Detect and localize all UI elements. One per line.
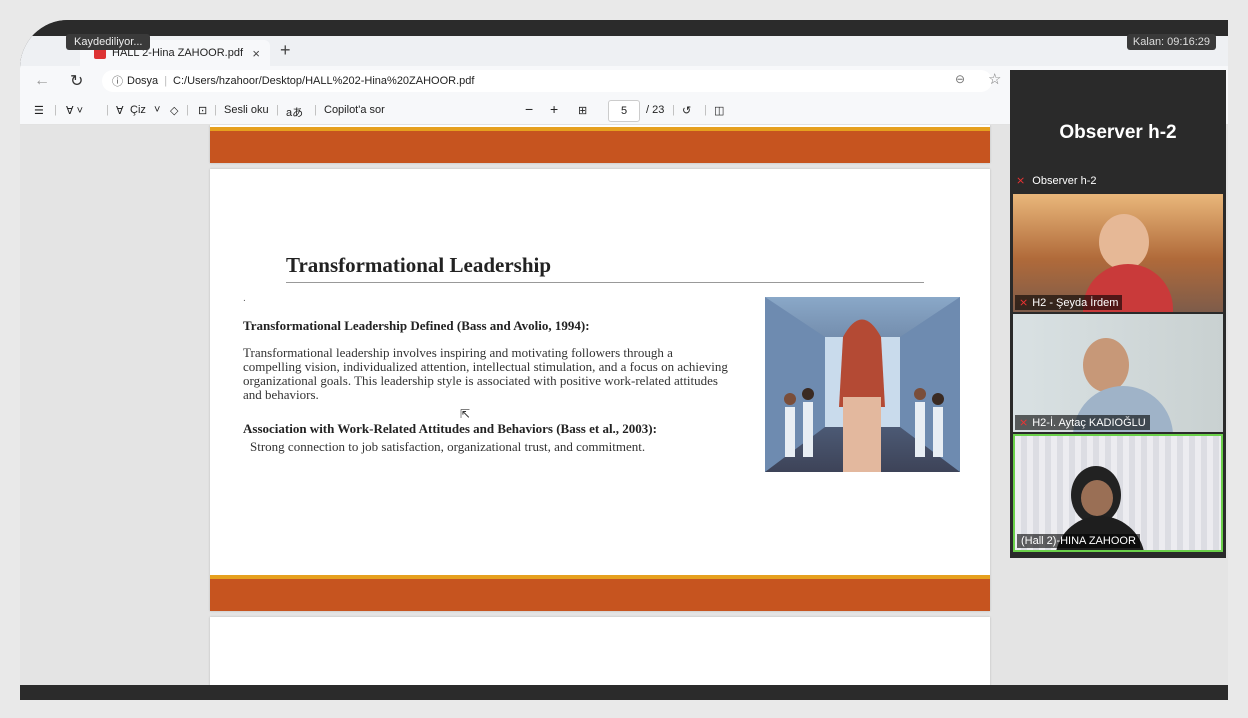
observer-label: ⨯ Observer h-2 bbox=[1016, 174, 1096, 187]
toolbar-separator: | bbox=[214, 104, 217, 116]
mic-muted-icon: ⨯ bbox=[1019, 417, 1029, 429]
draw-button[interactable]: Çiz bbox=[130, 104, 146, 116]
translate-icon[interactable]: aあ bbox=[286, 104, 303, 120]
url-field[interactable]: ⓘ Dosya | C:/Users/hzahoor/Desktop/HALL%… bbox=[102, 70, 992, 92]
pdf-page-next bbox=[210, 617, 990, 685]
toolbar-separator: | bbox=[186, 104, 189, 116]
copilot-button[interactable]: Copilot'a sor bbox=[324, 104, 385, 116]
slide-paragraph-association: Strong connection to job satisfaction, o… bbox=[250, 439, 646, 454]
participant-tile-active[interactable]: (Hall 2)-HINA ZAHOOR bbox=[1013, 434, 1223, 552]
remaining-time: Kalan: 09:16:29 bbox=[1126, 34, 1216, 50]
pdf-page-previous bbox=[210, 125, 990, 163]
mouse-cursor-icon: ⇱ bbox=[460, 407, 471, 421]
reload-icon[interactable]: ↻ bbox=[70, 71, 83, 91]
contents-icon[interactable]: ☰ bbox=[34, 104, 44, 117]
slide-footer-bar bbox=[210, 575, 990, 611]
recording-badge: Kaydediliyor... bbox=[66, 34, 151, 50]
info-icon: ⓘ bbox=[112, 76, 123, 88]
participant-video bbox=[1081, 480, 1113, 516]
mic-muted-icon: ⨯ bbox=[1019, 297, 1029, 309]
panel-title: Observer h-2 bbox=[1059, 122, 1177, 143]
read-aloud-button[interactable]: Sesli oku bbox=[224, 104, 269, 116]
bottom-strip bbox=[20, 685, 1228, 700]
mic-muted-icon: ⨯ bbox=[1016, 175, 1026, 187]
fit-width-icon[interactable]: ⊞ bbox=[578, 104, 587, 117]
back-icon[interactable]: ← bbox=[34, 72, 50, 90]
screen-frame: HALL 2-Hina ZAHOOR.pdf × + Kaydediliyor.… bbox=[20, 20, 1228, 700]
slide-paragraph-definition: Transformational leadership involves ins… bbox=[243, 345, 728, 402]
page-view-icon[interactable]: ◫ bbox=[714, 104, 724, 117]
slide-footer-bar bbox=[210, 127, 990, 163]
toolbar-separator: | bbox=[54, 104, 57, 116]
participant-video bbox=[1083, 338, 1129, 392]
participant-tile[interactable]: ⨯ H2-İ. Aytaç KADIOĞLU bbox=[1013, 314, 1223, 432]
participant-name: (Hall 2)-HINA ZAHOOR bbox=[1017, 534, 1140, 548]
participant-name: ⨯ H2 - Şeyda İrdem bbox=[1015, 295, 1123, 310]
slide-illustration bbox=[765, 297, 960, 472]
page-number-input[interactable]: 5 bbox=[608, 100, 640, 122]
favorite-icon[interactable]: ☆ bbox=[988, 70, 1001, 88]
zoom-icon[interactable]: ⊖ bbox=[955, 72, 965, 86]
url-separator: | bbox=[164, 75, 168, 87]
pdf-page-current: Transformational Leadership . Transforma… bbox=[210, 169, 990, 611]
participant-name: ⨯ H2-İ. Aytaç KADIOĞLU bbox=[1015, 415, 1150, 430]
participant-video bbox=[1099, 214, 1149, 270]
zoom-in-icon[interactable]: + bbox=[550, 101, 558, 117]
video-call-panel: Observer h-2 ⨯ Observer h-2 ⨯ H2 - Şeyda … bbox=[1010, 70, 1226, 558]
url-scheme-label: Dosya bbox=[127, 75, 159, 87]
url-text: C:/Users/hzahoor/Desktop/HALL%202-Hina%2… bbox=[173, 75, 475, 87]
tab-close-button[interactable]: × bbox=[252, 46, 260, 61]
slide-heading-association: Association with Work-Related Attitudes … bbox=[243, 421, 657, 436]
zoom-out-icon[interactable]: − bbox=[525, 101, 533, 117]
chevron-down-icon[interactable]: ˅ bbox=[154, 104, 160, 116]
new-tab-button[interactable]: + bbox=[280, 40, 291, 61]
slide-heading-definition: Transformational Leadership Defined (Bas… bbox=[243, 318, 590, 333]
observer-name: Observer h-2 bbox=[1032, 175, 1097, 187]
toolbar-separator: | bbox=[276, 104, 279, 116]
draw-icon[interactable]: ∀ bbox=[116, 104, 124, 117]
text-box-icon[interactable]: ⊡ bbox=[198, 104, 207, 117]
toolbar-separator: | bbox=[704, 104, 707, 116]
toolbar-separator: | bbox=[314, 104, 317, 116]
slide-dot: . bbox=[243, 293, 246, 304]
tab-bar: HALL 2-Hina ZAHOOR.pdf × + bbox=[20, 36, 1228, 66]
participant-tile[interactable]: ⨯ H2 - Şeyda İrdem bbox=[1013, 194, 1223, 312]
toolbar-separator: | bbox=[672, 104, 675, 116]
top-strip bbox=[20, 20, 1228, 36]
slide-title: Transformational Leadership bbox=[286, 253, 924, 283]
rotate-icon[interactable]: ↺ bbox=[682, 104, 691, 117]
page-total: / 23 bbox=[646, 104, 665, 116]
eraser-icon[interactable]: ◇ bbox=[170, 104, 178, 117]
highlight-icon[interactable]: ∀ ˅ bbox=[66, 104, 83, 117]
toolbar-separator: | bbox=[106, 104, 109, 116]
